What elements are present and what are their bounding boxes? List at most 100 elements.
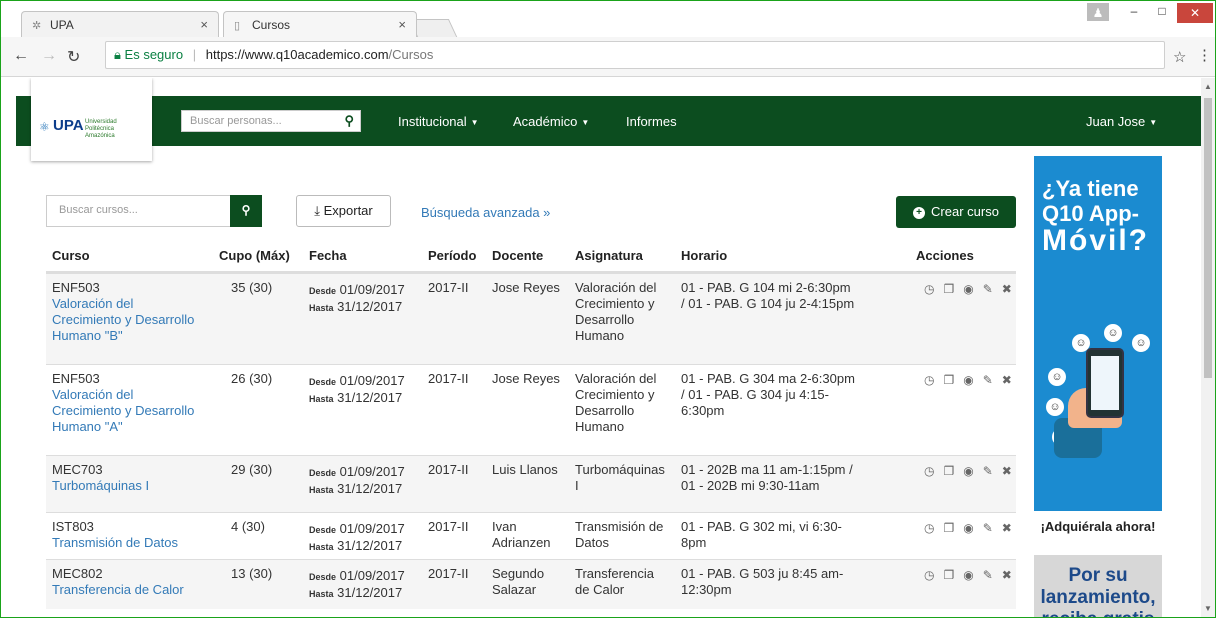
eye-icon[interactable]: ◉	[963, 282, 982, 296]
schedule: 01 - PAB. G 302 mi, vi 6:30- 8pm	[681, 519, 842, 550]
copy-icon[interactable]: ❐	[943, 373, 963, 387]
course-code: ENF503	[52, 371, 100, 386]
clock-icon[interactable]: ◷	[924, 568, 943, 582]
clock-icon[interactable]: ◷	[924, 373, 943, 387]
menu-kebab-icon[interactable]: ⋮	[1197, 46, 1212, 64]
course-name-link[interactable]: Valoración del Crecimiento y Desarrollo Hu…	[52, 387, 217, 435]
eye-icon[interactable]: ◉	[963, 521, 982, 535]
delete-icon[interactable]: ✖	[1002, 521, 1021, 535]
menu-academico[interactable]: Académico ▼	[513, 114, 589, 129]
delete-icon[interactable]: ✖	[1002, 464, 1021, 478]
forward-icon[interactable]: →	[41, 47, 57, 65]
reload-icon[interactable]: ↻	[67, 47, 80, 67]
page-favicon-icon: ▯	[234, 20, 241, 32]
date-from-label: Desde	[309, 377, 337, 387]
user-menu[interactable]: Juan Jose ▼	[1086, 114, 1157, 129]
page-scrollbar[interactable]: ▲ ▼	[1201, 78, 1215, 617]
user-avatar-icon: ☺	[1044, 396, 1066, 418]
clock-icon[interactable]: ◷	[924, 282, 943, 296]
course-cell: ENF503 Valoración del Crecimiento y Desarr…	[52, 371, 217, 435]
date-range: Desde 01/09/2017 Hasta 31/12/2017	[309, 282, 405, 316]
tab-upa[interactable]: ✲ UPA ×	[21, 11, 219, 37]
institution-logo[interactable]: ⚛ UPA Universidad Politécnica Amazónica	[31, 78, 152, 161]
search-courses-input[interactable]: Buscar cursos... ⚲	[46, 195, 262, 227]
scroll-thumb[interactable]	[1204, 98, 1212, 378]
address-bar[interactable]: 🔒︎ Es seguro | https://www.q10academico.…	[105, 41, 1165, 69]
url-host: https://www.q10academico.com/Cursos	[205, 47, 434, 62]
date-to-label: Hasta	[309, 303, 334, 313]
copy-icon[interactable]: ❐	[943, 568, 963, 582]
clock-icon[interactable]: ◷	[924, 521, 943, 535]
eye-icon[interactable]: ◉	[963, 373, 982, 387]
course-cell: IST803 Transmisión de Datos	[52, 519, 217, 551]
teacher-name: Segundo Salazar	[492, 566, 545, 597]
ad-cta-text[interactable]: ¡Adquiérala ahora!	[1034, 519, 1162, 534]
course-name-link[interactable]: Transmisión de Datos	[52, 535, 217, 551]
search-courses-button[interactable]: ⚲	[230, 195, 262, 227]
search-people-input[interactable]: Buscar personas... ⚲	[181, 110, 361, 132]
course-cell: MEC703 Turbomáquinas I	[52, 462, 217, 494]
copy-icon[interactable]: ❐	[943, 464, 963, 478]
eye-icon[interactable]: ◉	[963, 464, 982, 478]
header-acciones: Acciones	[916, 248, 974, 263]
close-window-icon[interactable]: ✕	[1177, 3, 1213, 23]
period-value: 2017-II	[428, 371, 469, 386]
row-actions: ◷❐◉✎✖	[924, 464, 1021, 478]
pencil-icon[interactable]: ✎	[983, 521, 1002, 535]
date-to-label: Hasta	[309, 589, 334, 599]
minimize-icon[interactable]: –	[1121, 1, 1147, 23]
tab-close-icon[interactable]: ×	[200, 17, 208, 32]
menu-informes[interactable]: Informes	[626, 114, 677, 129]
course-name-link[interactable]: Transferencia de Calor	[52, 582, 217, 598]
advanced-search-link[interactable]: Búsqueda avanzada »	[421, 205, 550, 220]
pencil-icon[interactable]: ✎	[983, 464, 1002, 478]
date-to: 31/12/2017	[337, 299, 403, 314]
app-ad-banner[interactable]: ¿Ya tiene Q10 App- Móvil? ☺ ☺ ☺ ☺ ☺ ☺	[1034, 156, 1162, 511]
delete-icon[interactable]: ✖	[1002, 282, 1021, 296]
copy-icon[interactable]: ❐	[943, 521, 963, 535]
tab-close-icon[interactable]: ×	[398, 17, 406, 32]
browser-window: ✲ UPA × ▯ Cursos × ♟ – □ ✕ ← → ↻ 🔒︎ Es s…	[0, 0, 1216, 618]
teacher-name: Ivan Adrianzen	[492, 519, 551, 550]
app-navbar: Buscar personas... ⚲ Institucional ▼ Acad…	[16, 96, 1201, 146]
course-name-link[interactable]: Valoración del Crecimiento y Desarrollo Hu…	[52, 296, 217, 344]
date-range: Desde 01/09/2017 Hasta 31/12/2017	[309, 568, 405, 602]
bookmark-star-icon[interactable]: ☆	[1173, 48, 1186, 66]
schedule: 01 - PAB. G 503 ju 8:45 am- 12:30pm	[681, 566, 844, 597]
clock-icon[interactable]: ◷	[924, 464, 943, 478]
delete-icon[interactable]: ✖	[1002, 373, 1021, 387]
upa-favicon-icon: ✲	[32, 20, 42, 32]
double-chevron-down-icon: »	[543, 205, 551, 220]
menu-institucional[interactable]: Institucional ▼	[398, 114, 479, 129]
search-icon[interactable]: ⚲	[344, 111, 354, 131]
export-button[interactable]: ⤓ Exportar	[296, 195, 391, 227]
pencil-icon[interactable]: ✎	[983, 282, 1002, 296]
tab-cursos[interactable]: ▯ Cursos ×	[223, 11, 417, 37]
maximize-icon[interactable]: □	[1149, 1, 1175, 23]
pencil-icon[interactable]: ✎	[983, 373, 1002, 387]
pencil-icon[interactable]: ✎	[983, 568, 1002, 582]
plus-circle-icon: +	[913, 206, 926, 219]
date-to: 31/12/2017	[337, 585, 403, 600]
delete-icon[interactable]: ✖	[1002, 568, 1021, 582]
smartphone-icon	[1086, 348, 1124, 418]
period-value: 2017-II	[428, 566, 469, 581]
teacher-name: Jose Reyes	[492, 371, 560, 386]
course-cell: MEC802 Transferencia de Calor	[52, 566, 217, 598]
launch-ad-banner[interactable]: Por su lanzamiento, reciba gratis	[1034, 555, 1162, 617]
create-course-button[interactable]: + Crear curso	[896, 196, 1016, 228]
date-range: Desde 01/09/2017 Hasta 31/12/2017	[309, 521, 405, 555]
course-name-link[interactable]: Turbomáquinas I	[52, 478, 217, 494]
copy-icon[interactable]: ❐	[943, 282, 963, 296]
eye-icon[interactable]: ◉	[963, 568, 982, 582]
logo-subtitle: Universidad Politécnica Amazónica	[85, 119, 117, 139]
back-icon[interactable]: ←	[13, 47, 29, 65]
user-profile-icon[interactable]: ♟	[1087, 3, 1109, 21]
page-viewport: Buscar personas... ⚲ Institucional ▼ Acad…	[1, 78, 1201, 617]
date-to-label: Hasta	[309, 542, 334, 552]
course-code: IST803	[52, 519, 94, 534]
scroll-down-icon[interactable]: ▼	[1204, 604, 1212, 613]
scroll-up-icon[interactable]: ▲	[1204, 82, 1212, 91]
cupo-value: 26 (30)	[231, 371, 273, 386]
header-periodo: Período	[428, 248, 477, 263]
